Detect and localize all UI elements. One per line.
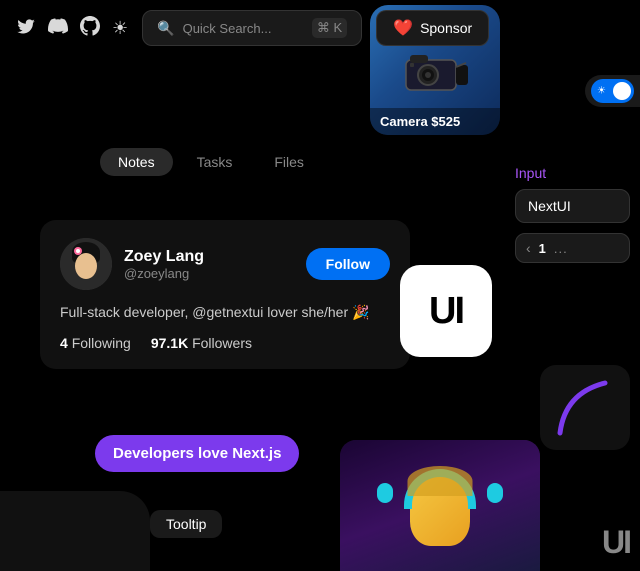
search-shortcut: ⌘ K bbox=[312, 18, 347, 38]
person-image-area bbox=[340, 440, 540, 571]
nextui-input[interactable] bbox=[515, 189, 630, 223]
search-icon: 🔍 bbox=[157, 20, 174, 37]
tabs-bar: Notes Tasks Files bbox=[100, 148, 322, 176]
profile-bio: Full-stack developer, @getnextui lover s… bbox=[60, 302, 390, 323]
toggle-knob bbox=[613, 82, 631, 100]
theme-toggle[interactable]: ☀ bbox=[585, 75, 640, 107]
top-navigation: ☀ 🔍 Quick Search... ⌘ K ❤️ Sponsor bbox=[0, 0, 640, 56]
pagination-dots: ... bbox=[554, 241, 568, 256]
tab-files[interactable]: Files bbox=[256, 148, 322, 176]
search-placeholder: Quick Search... bbox=[183, 21, 272, 36]
profile-header: Zoey Lang @zoeylang Follow bbox=[60, 238, 390, 290]
toggle-sun-icon: ☀ bbox=[597, 86, 606, 97]
profile-card: Zoey Lang @zoeylang Follow Full-stack de… bbox=[40, 220, 410, 369]
tooltip-text: Tooltip bbox=[166, 516, 206, 532]
followers-stat: 97.1K Followers bbox=[151, 335, 252, 351]
pagination-control[interactable]: ‹ 1 ... bbox=[515, 233, 630, 263]
discord-icon[interactable] bbox=[48, 16, 68, 41]
twitter-icon[interactable] bbox=[16, 16, 36, 41]
tooltip-bubble: Tooltip bbox=[150, 510, 222, 538]
curve-card bbox=[540, 365, 630, 450]
sponsor-button[interactable]: ❤️ Sponsor bbox=[376, 10, 489, 46]
nav-icons-group: ☀ bbox=[16, 16, 128, 41]
avatar bbox=[60, 238, 112, 290]
profile-stats: 4 Following 97.1K Followers bbox=[60, 335, 390, 351]
heart-icon: ❤️ bbox=[393, 18, 413, 38]
profile-name: Zoey Lang bbox=[124, 248, 294, 266]
sponsor-label: Sponsor bbox=[420, 20, 472, 36]
ui-icon-card[interactable]: UI bbox=[400, 265, 492, 357]
ui-bottom-right-label: UI bbox=[602, 524, 630, 561]
github-icon[interactable] bbox=[80, 16, 100, 41]
input-panel: Input ‹ 1 ... bbox=[515, 165, 630, 263]
search-bar[interactable]: 🔍 Quick Search... ⌘ K bbox=[142, 10, 362, 46]
tab-tasks[interactable]: Tasks bbox=[179, 148, 251, 176]
profile-handle: @zoeylang bbox=[124, 266, 294, 281]
ui-logo-text: UI bbox=[429, 290, 463, 333]
tab-notes[interactable]: Notes bbox=[100, 148, 173, 176]
bottom-shape bbox=[0, 491, 150, 571]
profile-info: Zoey Lang @zoeylang bbox=[124, 248, 294, 281]
chat-bubble: Developers love Next.js bbox=[95, 435, 299, 472]
following-stat: 4 Following bbox=[60, 335, 131, 351]
pagination-prev[interactable]: ‹ bbox=[526, 240, 531, 256]
input-label: Input bbox=[515, 165, 630, 181]
chat-text: Developers love Next.js bbox=[113, 445, 281, 462]
sun-icon[interactable]: ☀ bbox=[112, 18, 128, 39]
follow-button[interactable]: Follow bbox=[306, 248, 390, 280]
pagination-page: 1 bbox=[539, 241, 546, 256]
camera-price-label: Camera $525 bbox=[370, 108, 500, 135]
